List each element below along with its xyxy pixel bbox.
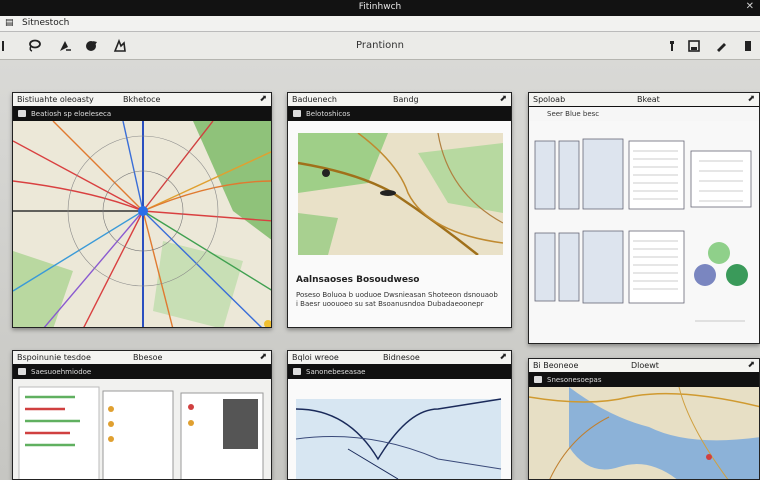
card-title: Bqloi wreoe xyxy=(292,353,339,362)
radial-map-image xyxy=(13,121,271,327)
card-subheader: Sanonebeseasae xyxy=(288,365,511,379)
card-subheader-text: Belotoshicos xyxy=(306,110,351,118)
toolbar: Prantionn xyxy=(0,32,760,60)
line-graph-image xyxy=(288,379,511,479)
card-text-line: Poseso Boluoa b uoduoe Dwsnieasan Shotee… xyxy=(296,291,498,299)
card-text: Aalnsaoses Bosoudweso Poseso Boluoa b uo… xyxy=(288,269,511,327)
card-subheader: Seer Blue besc xyxy=(529,107,759,121)
bookmark-icon[interactable] xyxy=(740,38,756,54)
pin-icon[interactable]: ⬈ xyxy=(259,352,267,362)
card-subtitle: Bandg xyxy=(393,95,419,104)
ui-panels-image xyxy=(13,379,271,479)
card-subheader: Beatiosh sp eloeleseca xyxy=(13,107,271,121)
thumbnail-card-5[interactable]: Bqloi wreoe Bidnesoe ⬈ Sanonebeseasae xyxy=(287,350,512,480)
card-title: Bistiuahte oleoasty xyxy=(17,95,94,104)
window-titlebar: Fitinhwch ✕ xyxy=(0,0,760,16)
thumbnail-grid: Bistiuahte oleoasty Bkhetoce ⬈ Beatiosh … xyxy=(0,60,760,480)
menubar-title[interactable]: Sitnestoch xyxy=(22,18,69,28)
pin-icon[interactable]: ⬈ xyxy=(259,94,267,104)
card-title: Spoloab xyxy=(533,95,566,104)
window-title: Fitinhwch xyxy=(358,2,402,12)
card-header: Bqloi wreoe Bidnesoe ⬈ xyxy=(288,351,511,365)
pin-icon[interactable]: ⬈ xyxy=(747,360,755,370)
card-header: Bi Beoneoe Dloewt ⬈ xyxy=(529,359,759,373)
menubar: ▤ Sitnestoch xyxy=(0,16,760,32)
file-icon xyxy=(18,110,26,117)
diagram-image xyxy=(529,121,759,343)
save-icon[interactable] xyxy=(686,38,702,54)
card-subheader-text: Beatiosh sp eloeleseca xyxy=(31,110,112,118)
thumbnail-card-4[interactable]: Bspoinunie tesdoe Bbesoe ⬈ Saesuoehmiodo… xyxy=(12,350,272,480)
card-title: Bspoinunie tesdoe xyxy=(17,353,91,362)
card-subtitle: Dloewt xyxy=(631,361,659,370)
pin-icon[interactable]: ⬈ xyxy=(499,352,507,362)
card-subtitle: Bkeat xyxy=(637,95,660,104)
info-icon[interactable] xyxy=(664,38,680,54)
thumbnail-card-1[interactable]: Bistiuahte oleoasty Bkhetoce ⬈ Beatiosh … xyxy=(12,92,272,328)
card-subheader: Saesuoehmiodoe xyxy=(13,365,271,379)
menu-icon[interactable]: ▤ xyxy=(5,18,14,28)
card-subheader: Snesonesoepas xyxy=(529,373,759,387)
card-subheader-text: Snesonesoepas xyxy=(547,376,602,384)
card-subtitle: Bkhetoce xyxy=(123,95,161,104)
file-icon xyxy=(534,376,542,383)
thumbnail-card-3[interactable]: Spoloab Bkeat ⬈ Seer Blue besc xyxy=(528,92,760,344)
card-subheader-text: Sanonebeseasae xyxy=(306,368,366,376)
card-subtitle: Bbesoe xyxy=(133,353,163,362)
card-subheader-text: Seer Blue besc xyxy=(547,110,600,118)
card-body: Aalnsaoses Bosoudweso Poseso Boluoa b uo… xyxy=(288,121,511,327)
card-header: Baduenech Bandg ⬈ xyxy=(288,93,511,107)
file-icon xyxy=(293,110,301,117)
edit-icon[interactable] xyxy=(713,38,729,54)
card-subheader: Belotoshicos xyxy=(288,107,511,121)
card-header: Spoloab Bkeat ⬈ xyxy=(529,93,759,107)
card-title: Bi Beoneoe xyxy=(533,361,579,370)
pin-icon[interactable]: ⬈ xyxy=(499,94,507,104)
pin-icon[interactable]: ⬈ xyxy=(747,94,755,104)
card-subtitle: Bidnesoe xyxy=(383,353,420,362)
card-subheader-text: Saesuoehmiodoe xyxy=(31,368,92,376)
file-icon xyxy=(18,368,26,375)
card-title: Baduenech xyxy=(292,95,337,104)
card-header: Bspoinunie tesdoe Bbesoe ⬈ xyxy=(13,351,271,365)
card-text-title: Aalnsaoses Bosoudweso xyxy=(296,275,420,285)
route-map-image xyxy=(298,133,503,255)
close-icon[interactable]: ✕ xyxy=(746,1,754,12)
file-icon xyxy=(293,368,301,375)
thumbnail-card-6[interactable]: Bi Beoneoe Dloewt ⬈ Snesonesoepas xyxy=(528,358,760,480)
page-title: Prantionn xyxy=(356,40,404,51)
coastal-map-image xyxy=(529,387,759,479)
card-text-line: i Baesr uoouoeo su sat Bsoanusndoa Dubad… xyxy=(296,300,484,308)
thumbnail-card-2[interactable]: Baduenech Bandg ⬈ Belotoshicos Aalnsaose… xyxy=(287,92,512,328)
card-header: Bistiuahte oleoasty Bkhetoce ⬈ xyxy=(13,93,271,107)
